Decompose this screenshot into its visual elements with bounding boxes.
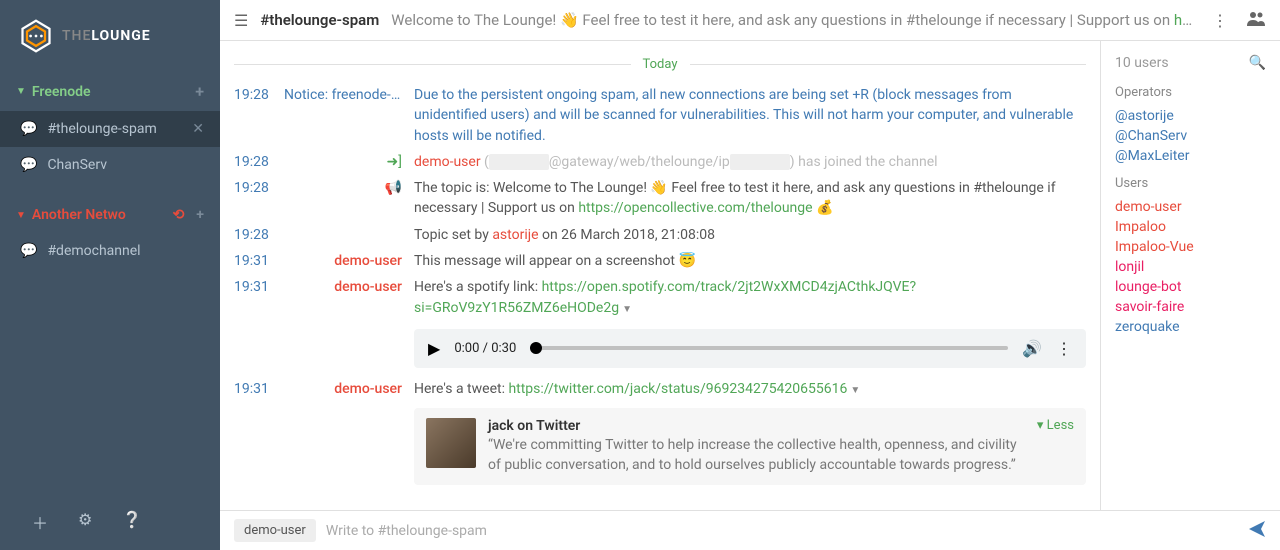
sidebar: THELOUNGE ▼ Freenode + 💬 #thelounge-spam… [0,0,220,550]
help-icon[interactable]: ❔ [122,510,142,534]
user-item[interactable]: zeroquake [1115,317,1266,337]
timestamp: 19:31 [234,277,284,318]
message-body: demo-user (@gateway/web/thelounge/ip) ha… [414,152,1086,172]
timestamp: 19:28 [234,152,284,172]
topic-icon: 📢 [284,178,414,219]
timestamp: 19:31 [234,379,284,399]
channel-thelounge-spam[interactable]: 💬 #thelounge-spam ✕ [0,111,220,147]
chat-log: Today 19:28 Notice: freenode-co Due to t… [220,41,1100,510]
message-from[interactable]: demo-user [284,251,414,271]
user-item[interactable]: demo-user [1115,197,1266,217]
logo-icon [18,18,54,54]
close-icon[interactable]: ✕ [192,121,204,137]
add-channel-icon[interactable]: + [196,207,204,223]
channel-title: #thelounge-spam [260,11,379,29]
main: ☰ #thelounge-spam Welcome to The Lounge!… [220,0,1280,550]
message-row: 19:28 📢 The topic is: Welcome to The Lou… [220,175,1100,222]
gear-icon[interactable]: ⚙ [78,510,92,534]
network-another[interactable]: ▼ Another Netwo ⟲ + [0,197,220,233]
add-icon[interactable]: ＋ [32,510,48,534]
chevron-down-icon: ▼ [16,210,26,221]
message-row: 19:31 demo-user Here's a spotify link: h… [220,274,1100,321]
user-item[interactable]: savoir-faire [1115,297,1266,317]
user-item[interactable]: Impaloo-Vue [1115,237,1266,257]
message-body: This message will appear on a screenshot… [414,251,1086,271]
date-divider: Today [234,57,1086,72]
channel-topic: Welcome to The Lounge! 👋 Feel free to te… [391,11,1194,29]
user-item[interactable]: @ChanServ [1115,126,1266,146]
message-body: Here's a tweet: https://twitter.com/jack… [414,379,1086,399]
message-from [284,225,414,245]
message-row: 19:31 demo-user This message will appear… [220,248,1100,274]
channel-chanserv[interactable]: 💬 ChanServ [0,147,220,183]
send-icon[interactable] [1248,520,1266,542]
play-icon[interactable]: ▶ [428,339,440,358]
user-item[interactable]: Impaloo [1115,217,1266,237]
chat-icon: 💬 [20,157,37,173]
timestamp: 19:31 [234,251,284,271]
user-list: 10 users 🔍 Operators @astorije @ChanServ… [1100,41,1280,510]
user-item[interactable]: lounge-bot [1115,277,1266,297]
join-icon: ➜] [284,152,414,172]
add-channel-icon[interactable]: + [195,82,204,101]
users-icon[interactable] [1246,10,1266,30]
user-item[interactable]: lonjil [1115,257,1266,277]
chevron-down-icon: ▼ [16,86,26,97]
timestamp: 19:28 [234,85,284,146]
message-from[interactable]: demo-user [284,379,414,399]
topbar: ☰ #thelounge-spam Welcome to The Lounge!… [220,0,1280,41]
timestamp: 19:28 [234,225,284,245]
message-row: 19:31 demo-user Here's a tweet: https://… [220,376,1100,402]
audio-player[interactable]: ▶ 0:00 / 0:30 🔊 ⋮ [414,329,1086,368]
tweet-embed: jack on Twitter “We're committing Twitte… [414,408,1086,485]
message-body: Here's a spotify link: https://open.spot… [414,277,1086,318]
message-body: The topic is: Welcome to The Lounge! 👋 F… [414,178,1086,219]
search-icon[interactable]: 🔍 [1249,55,1266,71]
userlist-section: Operators [1115,85,1266,100]
message-row: 19:28 Notice: freenode-co Due to the per… [220,82,1100,149]
reconnect-icon[interactable]: ⟲ [173,207,185,223]
kebab-icon[interactable]: ⋮ [1206,11,1234,30]
user-item[interactable]: @MaxLeiter [1115,146,1266,166]
avatar [426,418,476,468]
message-from[interactable]: demo-user [284,277,414,318]
user-item[interactable]: @astorije [1115,106,1266,126]
channel-demochannel[interactable]: 💬 #demochannel [0,233,220,269]
network-freenode[interactable]: ▼ Freenode + [0,72,220,111]
audio-time: 0:00 / 0:30 [454,341,516,356]
app-logo[interactable]: THELOUNGE [0,0,220,72]
message-from[interactable]: Notice: freenode-co [284,85,414,146]
embed-body: “We're committing Twitter to help increa… [488,436,1025,475]
chat-icon: 💬 [20,243,37,259]
chevron-down-icon[interactable]: ▼ [622,304,632,315]
kebab-icon[interactable]: ⋮ [1056,339,1072,358]
timestamp: 19:28 [234,178,284,219]
embed-title[interactable]: jack on Twitter [488,418,1025,434]
input-bar: demo-user [220,510,1280,550]
sidebar-footer: ＋ ⚙ ❔ [0,494,220,550]
message-row: 19:28 Topic set by astorije on 26 March … [220,222,1100,248]
user-count: 10 users [1115,55,1169,71]
message-body: Topic set by astorije on 26 March 2018, … [414,225,1086,245]
userlist-section: Users [1115,176,1266,191]
burger-icon[interactable]: ☰ [234,11,248,30]
chevron-down-icon[interactable]: ▼ [850,385,860,396]
audio-progress[interactable] [530,346,1008,350]
collapse-button[interactable]: ▾ Less [1037,418,1074,475]
message-row: 19:28 ➜] demo-user (@gateway/web/theloun… [220,149,1100,175]
nick-label[interactable]: demo-user [234,519,316,542]
message-body: Due to the persistent ongoing spam, all … [414,85,1086,146]
message-input[interactable] [326,523,1238,539]
volume-icon[interactable]: 🔊 [1022,339,1042,358]
hash-icon: 💬 [20,121,37,137]
